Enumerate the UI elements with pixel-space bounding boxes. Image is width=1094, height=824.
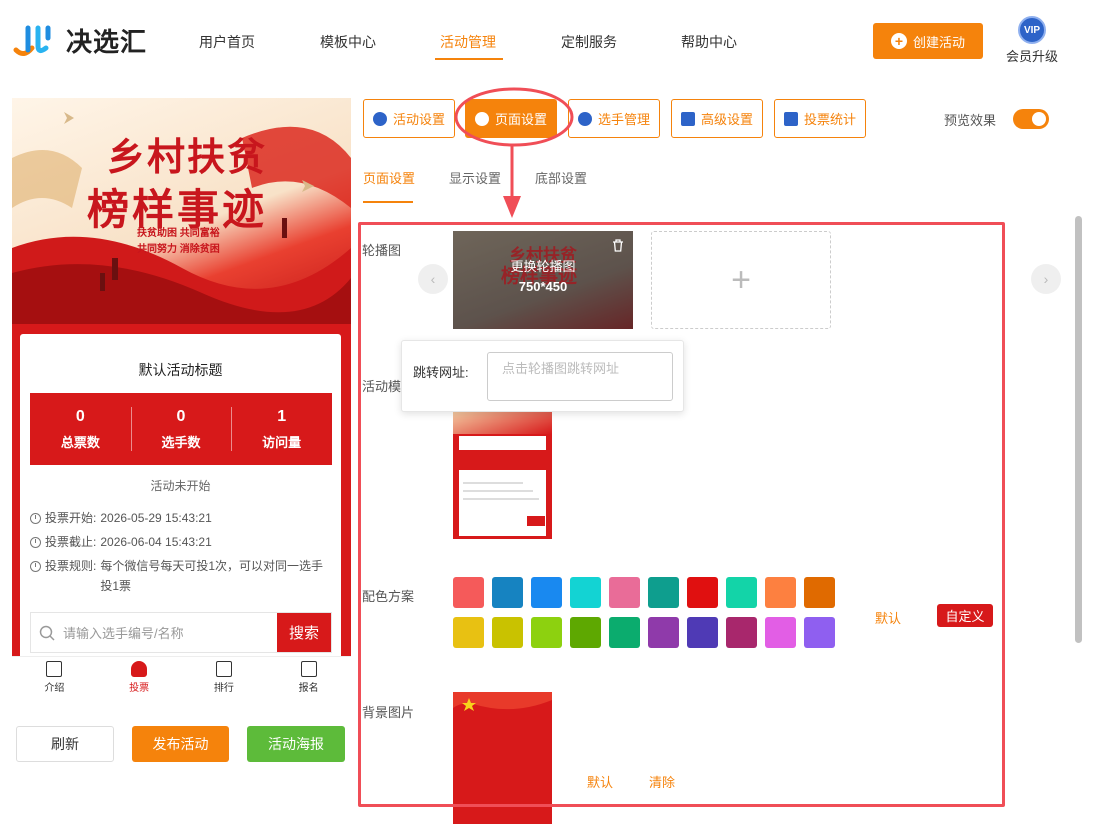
subtab-footer-settings[interactable]: 底部设置: [535, 168, 587, 187]
document-icon: [46, 661, 63, 677]
bar-chart-icon: [783, 111, 798, 126]
preview-toggle[interactable]: [1013, 109, 1049, 129]
stat-label: 选手数: [161, 435, 201, 450]
search-placeholder: 请输入选手编号/名称: [63, 626, 184, 641]
contestant-manage-button[interactable]: 选手管理: [568, 99, 660, 138]
vip-label: 会员升级: [1005, 49, 1058, 64]
vote-end-label: 投票截止:: [45, 535, 97, 549]
vote-start-row: 投票开始: 2026-05-29 15:43:21: [30, 508, 330, 528]
refresh-button[interactable]: 刷新: [16, 726, 114, 762]
clock-icon: [30, 513, 41, 524]
highlight-annotation: [454, 87, 574, 218]
tab-signup[interactable]: 报名: [266, 657, 351, 696]
id-card-icon: [300, 661, 317, 677]
stat-label: 访问量: [262, 435, 302, 450]
preview-tabbar: 介绍 投票 排行 报名: [12, 656, 351, 696]
star-icon: [372, 111, 387, 126]
carousel-next-button[interactable]: ›: [1031, 264, 1061, 294]
logo-icon: [12, 20, 58, 60]
activity-poster-button[interactable]: 活动海报: [247, 726, 345, 762]
stat-label: 总票数: [60, 435, 100, 450]
vote-rule-text: 每个微信号每天可投1次，可以对同一选手投1票: [100, 559, 324, 593]
plus-icon: +: [890, 33, 907, 49]
bar-chart-icon: [215, 661, 232, 677]
vote-start-time: 2026-05-29 15:43:21: [100, 511, 212, 525]
users-icon: [577, 111, 592, 126]
stat-value: 1: [277, 408, 287, 425]
nav-active-indicator: [435, 58, 503, 60]
clock-icon: [30, 561, 41, 572]
vote-stats-button[interactable]: 投票统计: [774, 99, 866, 138]
vote-end-row: 投票截止: 2026-06-04 15:43:21: [30, 532, 330, 552]
create-activity-button[interactable]: + 创建活动: [873, 23, 983, 59]
preview-banner: 乡村扶贫 榜样事迹 扶贫助困 共同富裕 共同努力 消除贫困: [12, 98, 351, 324]
logo-text: 决选汇: [66, 26, 148, 57]
tab-label: 报名: [298, 683, 319, 694]
activity-status: 活动未开始: [150, 479, 211, 493]
publish-activity-button[interactable]: 发布活动: [132, 726, 229, 762]
activity-settings-button[interactable]: 活动设置: [363, 99, 455, 138]
contestant-search: 请输入选手编号/名称 搜索: [30, 612, 332, 653]
user-icon: [131, 661, 148, 677]
tab-intro[interactable]: 介绍: [12, 657, 97, 696]
search-input[interactable]: 请输入选手编号/名称: [31, 613, 277, 652]
nav-activity-manage[interactable]: 活动管理: [440, 32, 496, 52]
tool-label: 活动设置: [392, 112, 445, 127]
tab-ranking[interactable]: 排行: [182, 657, 267, 696]
highlight-box: [358, 222, 1005, 807]
activity-title: 默认活动标题: [138, 362, 223, 378]
vote-end-time: 2026-06-04 15:43:21: [100, 535, 212, 549]
vote-start-label: 投票开始:: [45, 511, 97, 525]
nav-templates[interactable]: 模板中心: [320, 32, 376, 52]
create-activity-label: 创建活动: [912, 34, 965, 50]
search-icon: [39, 625, 55, 641]
nav-help[interactable]: 帮助中心: [681, 32, 737, 52]
banner-subtitle-1: 扶贫助困 共同富裕: [137, 228, 220, 239]
nav-home[interactable]: 用户首页: [199, 32, 255, 52]
tool-label: 选手管理: [597, 112, 650, 127]
tool-label: 高级设置: [700, 112, 753, 127]
tab-label: 介绍: [44, 683, 65, 694]
preview-effect-label: 预览效果: [944, 113, 997, 128]
banner-subtitle-2: 共同努力 消除贫困: [137, 244, 220, 255]
activity-card: 默认活动标题 0 总票数 0 选手数 1 访问量 活动未开始 投票开始: 202…: [20, 334, 341, 656]
vip-icon: VIP: [1018, 16, 1046, 44]
advanced-settings-button[interactable]: 高级设置: [671, 99, 763, 138]
banner-title-1: 乡村扶贫: [107, 134, 268, 179]
stat-visits: 1 访问量: [231, 393, 332, 465]
nav-custom-service[interactable]: 定制服务: [561, 32, 617, 52]
stat-total-votes: 0 总票数: [30, 393, 131, 465]
tab-label: 排行: [213, 683, 234, 694]
tab-label: 投票: [129, 683, 150, 694]
subtab-active-indicator: [363, 201, 413, 203]
tab-vote[interactable]: 投票: [97, 657, 182, 696]
search-button[interactable]: 搜索: [277, 613, 331, 652]
stat-contestants: 0 选手数: [130, 393, 232, 465]
vip-upgrade[interactable]: VIP 会员升级: [1004, 16, 1060, 65]
banner-subtitle: 扶贫助困 共同富裕 共同努力 消除贫困: [137, 226, 220, 258]
phone-preview: 乡村扶贫 榜样事迹 扶贫助困 共同富裕 共同努力 消除贫困 默认活动标题 0 总…: [12, 98, 351, 656]
clock-icon: [30, 537, 41, 548]
scrollbar[interactable]: [1075, 216, 1082, 643]
stat-value: 0: [75, 408, 85, 425]
subtab-page-settings[interactable]: 页面设置: [363, 168, 415, 187]
logo[interactable]: 决选汇: [12, 20, 147, 60]
subtab-display-settings[interactable]: 显示设置: [449, 168, 501, 187]
vote-rule-row: 投票规则: 每个微信号每天可投1次，可以对同一选手投1票: [30, 556, 330, 596]
tool-label: 投票统计: [803, 112, 856, 127]
stat-value: 0: [176, 408, 186, 425]
vote-rule-label: 投票规则:: [45, 559, 97, 573]
sliders-icon: [680, 111, 695, 126]
stats-bar: 0 总票数 0 选手数 1 访问量: [30, 393, 332, 465]
